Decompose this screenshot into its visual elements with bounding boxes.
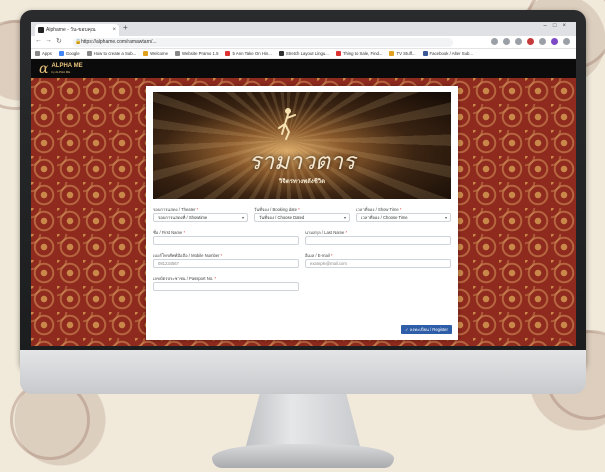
phone-label: เบอร์โทรศัพท์มือถือ / Mobile Number *	[153, 253, 223, 258]
bookmark-item[interactable]: Stretch Layout Lingu...	[278, 51, 329, 56]
phone-field: เบอร์โทรศัพท์มือถือ / Mobile Number * 08…	[153, 252, 299, 268]
id-card-input[interactable]	[153, 282, 299, 291]
profile-avatar[interactable]	[551, 38, 558, 45]
extension-icon[interactable]	[515, 38, 522, 45]
extension-icons	[491, 38, 570, 45]
chevron-down-icon: ▾	[241, 215, 244, 220]
chevron-down-icon: ▾	[444, 215, 447, 220]
monitor-stand	[246, 394, 360, 446]
reload-icon[interactable]: ↻	[56, 37, 62, 45]
window-controls[interactable]: –□×	[544, 23, 572, 29]
bookmark-icon	[335, 51, 341, 56]
address-url: https://alphame.com/ramawtarn/...	[81, 39, 157, 45]
menu-icon[interactable]	[563, 38, 570, 45]
id-card-label: เลขบัตรประชาชน / Passport No. *	[153, 276, 217, 281]
logo[interactable]: ALPHA ME by ALPHA ME	[51, 63, 82, 75]
first-name-input[interactable]	[153, 236, 299, 245]
registration-card: รามาวตาร วิจิตรทางพลังชีวิต รอบการแสดง /…	[146, 86, 458, 340]
theater-select[interactable]: รอบการแสดงที่ / Showtime ▾	[153, 213, 248, 222]
back-icon[interactable]: ←	[35, 37, 42, 44]
show-time-label: เวลาที่จอง / Show Time *	[356, 207, 402, 212]
theater-field: รอบการแสดง / Theater * รอบการแสดงที่ / S…	[153, 206, 248, 222]
last-name-label: นามสกุล / Last Name *	[305, 230, 348, 235]
forward-icon[interactable]: →	[45, 37, 52, 44]
theater-label: รอบการแสดง / Theater *	[153, 207, 199, 212]
browser-toolbar: ← → ↻ 🔒 https://alphame.com/ramawtarn/..…	[31, 36, 576, 49]
bookmark-icon	[175, 51, 181, 56]
bookmark-item[interactable]: Google	[58, 51, 80, 56]
new-tab-icon[interactable]: +	[123, 23, 128, 32]
booking-date-field: วันที่จอง / Booking date * วันที่จอง / C…	[254, 206, 350, 222]
id-card-field: เลขบัตรประชาชน / Passport No. *	[153, 275, 299, 291]
booking-date-label: วันที่จอง / Booking date *	[254, 207, 300, 212]
browser-tab[interactable]: Alphame - วัน-ขอบคุณ ×	[35, 24, 119, 36]
monitor-base	[212, 444, 394, 468]
page-content: รามาวตาร วิจิตรทางพลังชีวิต รอบการแสดง /…	[31, 78, 576, 346]
show-time-field: เวลาที่จอง / Show Time * เวลาที่จอง / Ch…	[356, 206, 451, 222]
address-bar[interactable]: 🔒 https://alphame.com/ramawtarn/...	[73, 38, 453, 47]
email-input[interactable]: example@mail.com	[305, 259, 451, 268]
bookmark-icon	[278, 51, 284, 56]
lock-icon: 🔒	[75, 39, 82, 45]
bookmark-item[interactable]: Welcome	[143, 51, 168, 56]
bookmark-icon	[389, 51, 395, 56]
bookmarks-bar: Apps Google How to create a Sub... Welco…	[31, 49, 576, 59]
tab-title: Alphame - วัน-ขอบคุณ	[46, 27, 96, 33]
chevron-down-icon: ▾	[343, 215, 346, 220]
logo-name: ALPHA ME	[51, 62, 83, 69]
first-name-label: ชื่อ / First Name *	[153, 230, 186, 235]
last-name-field: นามสกุล / Last Name *	[305, 229, 451, 245]
bookmark-item[interactable]: Website Pramo 1.5	[175, 51, 218, 56]
bookmark-icon	[422, 51, 428, 56]
bookmark-icon	[86, 51, 92, 56]
email-field: อีเมล / E-mail * example@mail.com	[305, 252, 451, 268]
show-time-select[interactable]: เวลาที่จอง / Choose Time ▾	[356, 213, 451, 222]
bookmark-icon	[225, 51, 231, 56]
booking-date-select[interactable]: วันที่จอง / Choose Dated ▾	[254, 213, 350, 222]
tab-bar: Alphame - วัน-ขอบคุณ × + –□×	[31, 22, 576, 36]
extension-icon[interactable]	[539, 38, 546, 45]
email-label: อีเมล / E-mail *	[305, 253, 333, 258]
bookmark-item[interactable]: Facebook / Alter Sub...	[422, 51, 473, 56]
logo-symbol[interactable]: α	[39, 61, 48, 77]
extension-icon[interactable]	[491, 38, 498, 45]
dancer-figure-icon	[278, 108, 296, 140]
apps-icon	[35, 51, 40, 56]
extension-icon[interactable]	[527, 38, 534, 45]
first-name-field: ชื่อ / First Name *	[153, 229, 299, 245]
bookmark-item[interactable]: Apps	[35, 51, 52, 56]
phone-input[interactable]: 081234567	[153, 259, 299, 268]
favicon-icon	[38, 27, 44, 33]
bookmark-item[interactable]: TV Stuff...	[389, 51, 416, 56]
browser-window: Alphame - วัน-ขอบคุณ × + –□× ← → ↻ 🔒 htt…	[31, 22, 576, 346]
monitor-chin	[20, 350, 586, 394]
register-button[interactable]: ✓ ลงทะเบียน / Register	[401, 325, 452, 334]
bookmark-item[interactable]: How to create a Sub...	[86, 51, 136, 56]
event-banner: รามาวตาร วิจิตรทางพลังชีวิต	[153, 92, 451, 199]
banner-subtitle: วิจิตรทางพลังชีวิต	[278, 179, 326, 185]
close-tab-icon[interactable]: ×	[112, 24, 116, 36]
bookmark-item[interactable]: Thing to Sale, Find...	[335, 51, 382, 56]
logo-tagline: by ALPHA ME	[51, 69, 71, 74]
bookmark-icon	[58, 51, 64, 56]
bookmark-icon	[143, 51, 149, 56]
last-name-input[interactable]	[305, 236, 451, 245]
extension-icon[interactable]	[503, 38, 510, 45]
banner-title: รามาวตาร	[248, 149, 356, 175]
site-header: α ALPHA ME by ALPHA ME	[31, 59, 576, 78]
bookmark-item[interactable]: 5 Ann Take On Hin...	[225, 51, 272, 56]
